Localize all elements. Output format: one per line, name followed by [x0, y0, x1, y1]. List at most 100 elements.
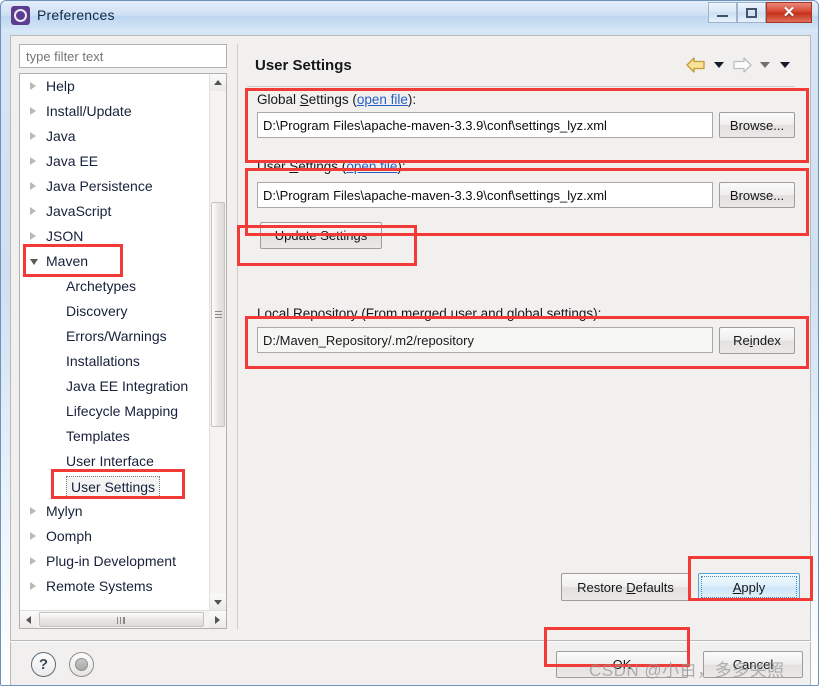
- global-settings-open-file-link[interactable]: open file: [357, 92, 408, 107]
- sidebar-item-errors-warnings[interactable]: Errors/Warnings: [20, 324, 210, 349]
- reindex-button[interactable]: Reindex: [719, 327, 795, 354]
- tree-collapsed-arrow-icon[interactable]: [30, 132, 36, 141]
- sidebar-item-label: JSON: [46, 228, 84, 244]
- sidebar-item-java[interactable]: Java: [20, 124, 210, 149]
- help-question-icon[interactable]: ?: [31, 652, 56, 677]
- sidebar-item-label: Help: [46, 78, 75, 94]
- global-settings-label: Global Settings (open file):: [257, 92, 417, 107]
- csdn-watermark: CSDN @小白，多多关照: [589, 661, 785, 680]
- user-settings-path-input[interactable]: [257, 182, 713, 208]
- local-repository-label: Local Repository (From merged user and g…: [257, 306, 602, 321]
- filter-input[interactable]: [19, 44, 227, 68]
- window-title: Preferences: [37, 7, 115, 23]
- tree-collapsed-arrow-icon[interactable]: [30, 507, 36, 516]
- forward-arrow-icon: [731, 56, 753, 74]
- sidebar-item-label: Maven: [46, 253, 89, 269]
- preferences-tree[interactable]: Help Install/Update Java Java EE Java Persis…: [19, 73, 227, 629]
- sidebar-item-java-ee[interactable]: Java EE: [20, 149, 210, 174]
- page-navigation: [685, 56, 793, 74]
- scroll-right-icon[interactable]: [209, 611, 226, 628]
- page-menu-chevron-down-icon[interactable]: [780, 62, 790, 68]
- minimize-button[interactable]: [708, 2, 737, 23]
- sidebar-item-user-settings[interactable]: User Settings: [20, 474, 210, 499]
- sidebar-item-label: Discovery: [66, 303, 128, 319]
- sidebar-item-install-update[interactable]: Install/Update: [20, 99, 210, 124]
- tree-collapsed-arrow-icon[interactable]: [30, 582, 36, 591]
- update-settings-button[interactable]: Update Settings: [260, 222, 382, 249]
- sidebar-item-label: JavaScript: [46, 203, 112, 219]
- sidebar-item-maven[interactable]: Maven: [20, 249, 210, 274]
- apply-button[interactable]: Apply: [698, 573, 800, 601]
- tree-collapsed-arrow-icon[interactable]: [30, 157, 36, 166]
- title-bar: Preferences ✕: [1, 1, 818, 32]
- tree-collapsed-arrow-icon[interactable]: [30, 532, 36, 541]
- page-title: User Settings: [255, 57, 352, 74]
- maximize-button[interactable]: [737, 2, 766, 23]
- back-dropdown-chevron-down-icon[interactable]: [714, 62, 724, 68]
- sidebar-item-label: Java Persistence: [46, 178, 153, 194]
- close-button[interactable]: ✕: [766, 2, 812, 23]
- sidebar-item-label: User Interface: [66, 453, 154, 469]
- sidebar-item-user-interface[interactable]: User Interface: [20, 449, 210, 474]
- user-settings-label: User Settings (open file):: [257, 159, 406, 174]
- global-settings-path-input[interactable]: [257, 112, 713, 138]
- sidebar-item-installations[interactable]: Installations: [20, 349, 210, 374]
- sidebar-item-label: Oomph: [46, 528, 92, 544]
- tree-item-list: Help Install/Update Java Java EE Java Persis…: [20, 74, 210, 611]
- sidebar-item-label: Errors/Warnings: [66, 328, 167, 344]
- preferences-gear-icon: [11, 6, 30, 25]
- sidebar-item-java-ee-integration[interactable]: Java EE Integration: [20, 374, 210, 399]
- tree-collapsed-arrow-icon[interactable]: [30, 107, 36, 116]
- settings-page-panel: User Settings Global Settings (open file…: [237, 44, 803, 629]
- dialog-body: Help Install/Update Java Java EE Java Persis…: [10, 35, 811, 641]
- tree-horizontal-scrollbar[interactable]: [20, 610, 226, 628]
- apply-and-close-icon[interactable]: [69, 652, 94, 677]
- sidebar-item-mylyn[interactable]: Mylyn: [20, 499, 210, 524]
- scroll-down-icon[interactable]: [210, 594, 226, 611]
- sidebar-item-help[interactable]: Help: [20, 74, 210, 99]
- user-settings-browse-button[interactable]: Browse...: [719, 182, 795, 208]
- sidebar-item-label: Templates: [66, 428, 130, 444]
- sidebar-item-label: Java EE: [46, 153, 99, 169]
- local-repository-input[interactable]: [257, 327, 713, 353]
- scroll-left-icon[interactable]: [20, 611, 37, 628]
- scroll-up-icon[interactable]: [210, 74, 226, 91]
- forward-dropdown-chevron-down-icon[interactable]: [760, 62, 770, 68]
- apply-focus-ring: [701, 576, 797, 598]
- sidebar-item-lifecycle-mapping[interactable]: Lifecycle Mapping: [20, 399, 210, 424]
- settings-content: Global Settings (open file): Browse... U…: [238, 87, 804, 601]
- user-settings-open-file-link[interactable]: open file: [346, 159, 397, 174]
- preferences-window: Preferences ✕ Help Install/Update Java Java…: [0, 0, 819, 686]
- back-arrow-icon[interactable]: [685, 56, 707, 74]
- sidebar-item-json[interactable]: JSON: [20, 224, 210, 249]
- sidebar-item-oomph[interactable]: Oomph: [20, 524, 210, 549]
- sidebar-item-label: Plug-in Development: [46, 553, 176, 569]
- tree-collapsed-arrow-icon[interactable]: [30, 207, 36, 216]
- sidebar-item-label: Java EE Integration: [66, 378, 189, 394]
- sidebar-item-plug-in-development[interactable]: Plug-in Development: [20, 549, 210, 574]
- tree-collapsed-arrow-icon[interactable]: [30, 82, 36, 91]
- tree-collapsed-arrow-icon[interactable]: [30, 182, 36, 191]
- sidebar-item-label: Remote Systems: [46, 578, 153, 594]
- sidebar-item-templates[interactable]: Templates: [20, 424, 210, 449]
- sidebar-item-label: Install/Update: [46, 103, 132, 119]
- sidebar-item-archetypes[interactable]: Archetypes: [20, 274, 210, 299]
- horizontal-scroll-thumb[interactable]: [39, 612, 204, 627]
- sidebar-item-discovery[interactable]: Discovery: [20, 299, 210, 324]
- sidebar-item-label: Java: [46, 128, 76, 144]
- sidebar-item-javascript[interactable]: JavaScript: [20, 199, 210, 224]
- tree-expanded-arrow-icon[interactable]: [30, 259, 38, 269]
- sidebar-item-label: Lifecycle Mapping: [66, 403, 179, 419]
- tree-collapsed-arrow-icon[interactable]: [30, 557, 36, 566]
- restore-defaults-button[interactable]: Restore Defaults: [561, 573, 690, 601]
- sidebar-item-label: User Settings: [66, 476, 161, 498]
- tree-collapsed-arrow-icon[interactable]: [30, 232, 36, 241]
- sidebar-item-label: Archetypes: [66, 278, 137, 294]
- tree-vertical-scrollbar[interactable]: [209, 74, 226, 611]
- sidebar-item-remote-systems[interactable]: Remote Systems: [20, 574, 210, 599]
- sidebar-item-java-persistence[interactable]: Java Persistence: [20, 174, 210, 199]
- sidebar-item-label: Mylyn: [46, 503, 83, 519]
- sidebar-item-label: Installations: [66, 353, 140, 369]
- global-settings-browse-button[interactable]: Browse...: [719, 112, 795, 138]
- vertical-scroll-thumb[interactable]: [211, 202, 225, 427]
